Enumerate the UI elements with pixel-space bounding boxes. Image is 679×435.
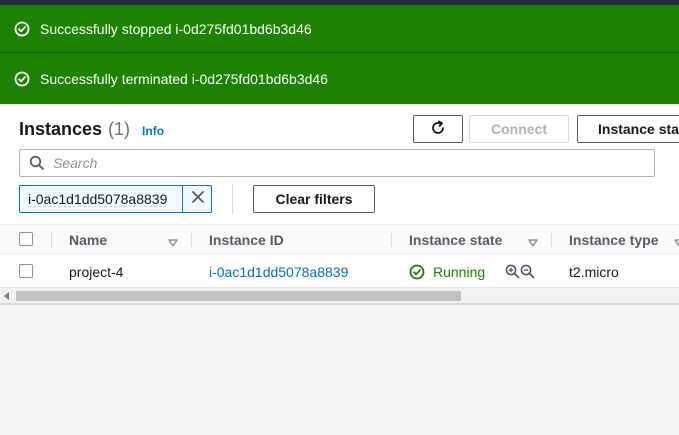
column-header-instance-type[interactable]: Instance type (569, 225, 658, 255)
success-check-icon (14, 21, 30, 37)
cell-instance-type: t2.micro (569, 263, 619, 280)
scrollbar-thumb[interactable] (16, 291, 461, 301)
cell-instance-state: Running (409, 255, 485, 288)
page-title: Instances (1) Info (19, 119, 164, 140)
sort-caret-icon[interactable] (674, 235, 679, 247)
status-badge: Running (409, 264, 485, 280)
filter-token-text: i-0ac1d1dd5078a8839 (28, 191, 168, 207)
column-header-instance-state[interactable]: Instance state (409, 225, 502, 255)
table-header: Name Instance ID Instance state Instance… (0, 224, 679, 254)
column-divider (551, 233, 552, 247)
column-divider (391, 233, 392, 247)
zoom-controls (505, 255, 535, 288)
flash-message-stopped: Successfully stopped i-0d275fd01bd6b3d46 (0, 5, 679, 52)
flash-message-text: Successfully stopped i-0d275fd01bd6b3d46 (40, 20, 312, 37)
select-all-checkbox[interactable] (19, 232, 33, 246)
panel-divider (0, 303, 679, 305)
filter-token[interactable]: i-0ac1d1dd5078a8839 (19, 185, 212, 213)
instance-id-link[interactable]: i-0ac1d1dd5078a8839 (209, 255, 348, 288)
column-header-instance-id[interactable]: Instance ID (209, 225, 284, 255)
success-check-icon (14, 71, 30, 87)
scroll-left-arrow-icon[interactable] (4, 292, 9, 300)
row-checkbox[interactable] (19, 264, 33, 278)
info-link[interactable]: Info (142, 124, 164, 138)
search-input[interactable] (53, 155, 613, 171)
instance-state-dropdown[interactable]: Instance sta (577, 115, 679, 143)
column-divider (51, 233, 52, 247)
table-row[interactable]: project-4 i-0ac1d1dd5078a8839 Running t2… (0, 255, 679, 288)
column-divider (191, 233, 192, 247)
zoom-out-icon[interactable] (520, 264, 535, 279)
instances-panel: Instances (1) Info Connect Instance sta … (0, 104, 679, 303)
cell-name: project-4 (69, 263, 124, 280)
sort-caret-icon[interactable] (528, 235, 538, 247)
status-text: Running (433, 263, 486, 280)
refresh-button[interactable] (413, 115, 463, 143)
running-check-icon (409, 264, 425, 280)
column-header-name[interactable]: Name (69, 225, 107, 255)
instances-title: Instances (19, 119, 103, 139)
search-bar[interactable] (19, 149, 655, 177)
remove-filter-button[interactable] (182, 185, 213, 213)
flash-message-terminated: Successfully terminated i-0d275fd01bd6b3… (0, 53, 679, 104)
search-icon (29, 155, 45, 171)
horizontal-scrollbar[interactable] (0, 287, 679, 303)
clear-filters-button[interactable]: Clear filters (253, 185, 375, 213)
filter-divider (232, 184, 233, 214)
close-icon (191, 190, 205, 209)
connect-button[interactable]: Connect (469, 115, 569, 143)
flash-message-text: Successfully terminated i-0d275fd01bd6b3… (40, 70, 328, 87)
zoom-in-icon[interactable] (505, 264, 520, 279)
refresh-icon (429, 119, 447, 140)
instances-count: (1) (108, 119, 131, 139)
sort-caret-icon[interactable] (168, 235, 178, 247)
